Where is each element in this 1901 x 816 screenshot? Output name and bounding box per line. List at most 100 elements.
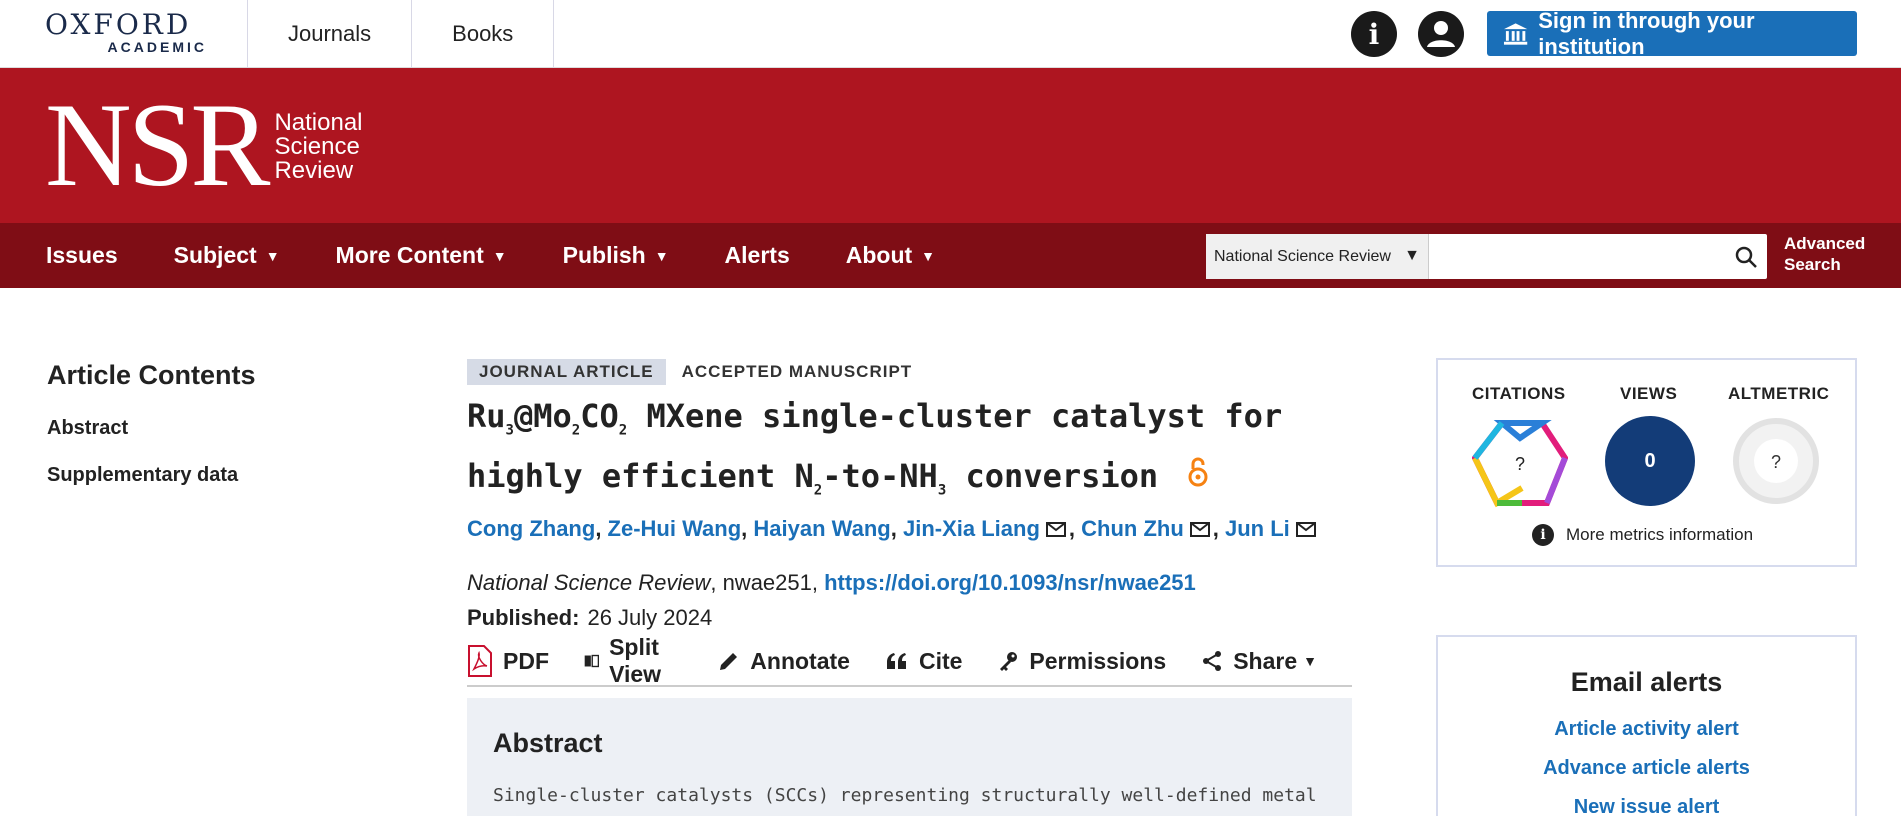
article-type-badge: JOURNAL ARTICLE: [467, 359, 666, 385]
caret-down-icon: ▼: [654, 247, 669, 264]
top-bar: OXFORD ACADEMIC Journals Books i Sign in…: [0, 0, 1901, 68]
pencil-icon: [720, 653, 738, 670]
permissions-label: Permissions: [1029, 647, 1167, 674]
citation-line: National Science Review, nwae251, https:…: [467, 570, 1352, 596]
nav-more-content[interactable]: More Content ▼: [336, 242, 507, 269]
search-input[interactable]: [1429, 234, 1725, 279]
nsr-logo-letters: NSR: [45, 78, 270, 211]
article-contents-heading: Article Contents: [47, 360, 256, 390]
nsr-logo[interactable]: NSR National Science Review: [45, 78, 363, 211]
advanced-search-line1: Advanced: [1784, 234, 1866, 253]
main-nav: Issues Subject ▼ More Content ▼ Publish ▼ A…: [0, 223, 1901, 288]
caret-down-icon: ▼: [921, 247, 936, 264]
article-header: JOURNAL ARTICLE ACCEPTED MANUSCRIPT Ru3@…: [467, 359, 1352, 631]
altmetric-value: ?: [1771, 452, 1781, 472]
logo-line-science: Science: [274, 133, 360, 160]
logo-line-national: National: [274, 109, 363, 136]
dropdown-arrow-icon: ▼: [1404, 247, 1420, 264]
views-count-badge[interactable]: 0: [1605, 416, 1695, 506]
search-box: National Science Review ▼: [1206, 234, 1767, 279]
pdf-button[interactable]: PDF: [467, 645, 549, 677]
article-activity-alert-link[interactable]: Article activity alert: [1438, 718, 1855, 741]
published-label: Published:: [467, 604, 580, 630]
new-issue-alert-link[interactable]: New issue alert: [1438, 796, 1855, 816]
author-link[interactable]: Chun Zhu: [1081, 516, 1184, 541]
author-link[interactable]: Jin-Xia Liang: [903, 516, 1040, 541]
nav-subject[interactable]: Subject ▼: [174, 242, 280, 269]
split-view-button[interactable]: Split View: [584, 634, 683, 688]
metrics-panel: CITATIONS VIEWS ALTMETRIC ? 0 ? i More m…: [1436, 358, 1857, 567]
more-metrics-label: More metrics information: [1566, 525, 1754, 544]
split-view-icon: [584, 654, 600, 668]
published-date: 26 July 2024: [587, 604, 713, 630]
split-view-label: Split View: [609, 634, 662, 687]
author-list: Cong Zhang, Ze-Hui Wang, Haiyan Wang, Ji…: [467, 516, 1352, 543]
pdf-icon: [468, 645, 492, 677]
more-metrics-link[interactable]: i More metrics information: [1532, 524, 1753, 546]
logo-line-review: Review: [274, 157, 354, 184]
article-contents-sidebar: Article Contents Abstract Supplementary …: [47, 360, 256, 511]
published-line: Published: 26 July 2024: [467, 605, 1352, 631]
doi-link[interactable]: https://doi.org/10.1093/nsr/nwae251: [824, 570, 1196, 595]
share-button[interactable]: Share ▼: [1201, 648, 1317, 675]
nav-more-content-label: More Content: [335, 242, 484, 268]
nav-issues[interactable]: Issues: [46, 242, 118, 269]
cite-button[interactable]: Cite: [885, 648, 962, 675]
email-alerts-panel: Email alerts Article activity alert Adva…: [1436, 635, 1857, 816]
caret-down-icon: ▼: [265, 247, 280, 264]
email-alerts-heading: Email alerts: [1570, 667, 1723, 697]
key-icon: [1000, 652, 1018, 671]
author-link[interactable]: Ze-Hui Wang: [608, 516, 742, 541]
nav-books[interactable]: Books: [411, 0, 555, 68]
dimensions-badge[interactable]: ?: [1471, 418, 1569, 513]
user-account-icon[interactable]: [1418, 11, 1464, 57]
nav-publish[interactable]: Publish ▼: [563, 242, 669, 269]
nav-about[interactable]: About ▼: [846, 242, 935, 269]
caret-down-icon: ▼: [1303, 653, 1317, 669]
nsr-logo-fullname: National Science Review: [274, 111, 362, 183]
institution-icon: [1503, 22, 1528, 45]
altmetric-badge[interactable]: ?: [1731, 416, 1821, 506]
nav-alerts-label: Alerts: [724, 242, 790, 268]
advance-article-alerts-link[interactable]: Advance article alerts: [1438, 757, 1855, 780]
nav-about-label: About: [845, 242, 913, 268]
abstract-section: Abstract Single-cluster catalysts (SCCs)…: [467, 698, 1352, 816]
search-icon[interactable]: [1725, 234, 1767, 279]
info-icon[interactable]: i: [1351, 11, 1397, 57]
sidebar-item-abstract[interactable]: Abstract: [47, 417, 256, 440]
caret-down-icon: ▼: [492, 247, 507, 264]
abstract-heading: Abstract: [493, 728, 603, 758]
sign-in-institution-button[interactable]: Sign in through your institution: [1487, 8, 1857, 59]
email-icon[interactable]: [1189, 517, 1210, 543]
views-label: VIEWS: [1620, 384, 1678, 403]
nav-alerts[interactable]: Alerts: [725, 242, 790, 269]
cite-label: Cite: [918, 647, 963, 674]
top-nav: Journals Books: [247, 0, 555, 68]
info-icon: i: [1532, 524, 1554, 546]
pdf-label: PDF: [503, 647, 549, 674]
nav-publish-label: Publish: [562, 242, 646, 268]
email-icon[interactable]: [1295, 517, 1316, 543]
search-scope-select[interactable]: National Science Review ▼: [1206, 234, 1429, 279]
author-link[interactable]: Cong Zhang: [467, 516, 595, 541]
abstract-text: Single-cluster catalysts (SCCs) represen…: [493, 785, 1317, 806]
advanced-search-link[interactable]: Advanced Search: [1784, 233, 1865, 275]
email-icon[interactable]: [1045, 517, 1066, 543]
author-link[interactable]: Jun Li: [1225, 516, 1290, 541]
permissions-button[interactable]: Permissions: [997, 648, 1166, 675]
article-status-badge: ACCEPTED MANUSCRIPT: [681, 362, 913, 381]
oxford-academic-logo[interactable]: OXFORD ACADEMIC: [45, 8, 207, 55]
logo-academic-text: ACADEMIC: [107, 39, 207, 55]
article-title: Ru3@Mo2CO2 MXene single-cluster catalyst…: [467, 393, 1352, 514]
journal-banner: NSR National Science Review: [0, 68, 1901, 223]
nav-subject-label: Subject: [173, 242, 257, 268]
share-label: Share: [1233, 647, 1298, 674]
advanced-search-line2: Search: [1784, 255, 1841, 274]
quote-icon: [886, 653, 906, 669]
nav-journals[interactable]: Journals: [247, 0, 411, 68]
logo-oxford-text: OXFORD: [45, 8, 192, 41]
sidebar-item-supplementary[interactable]: Supplementary data: [47, 464, 256, 487]
author-link[interactable]: Haiyan Wang: [753, 516, 890, 541]
annotate-button[interactable]: Annotate: [718, 648, 850, 675]
sign-in-label: Sign in through your institution: [1538, 7, 1755, 59]
